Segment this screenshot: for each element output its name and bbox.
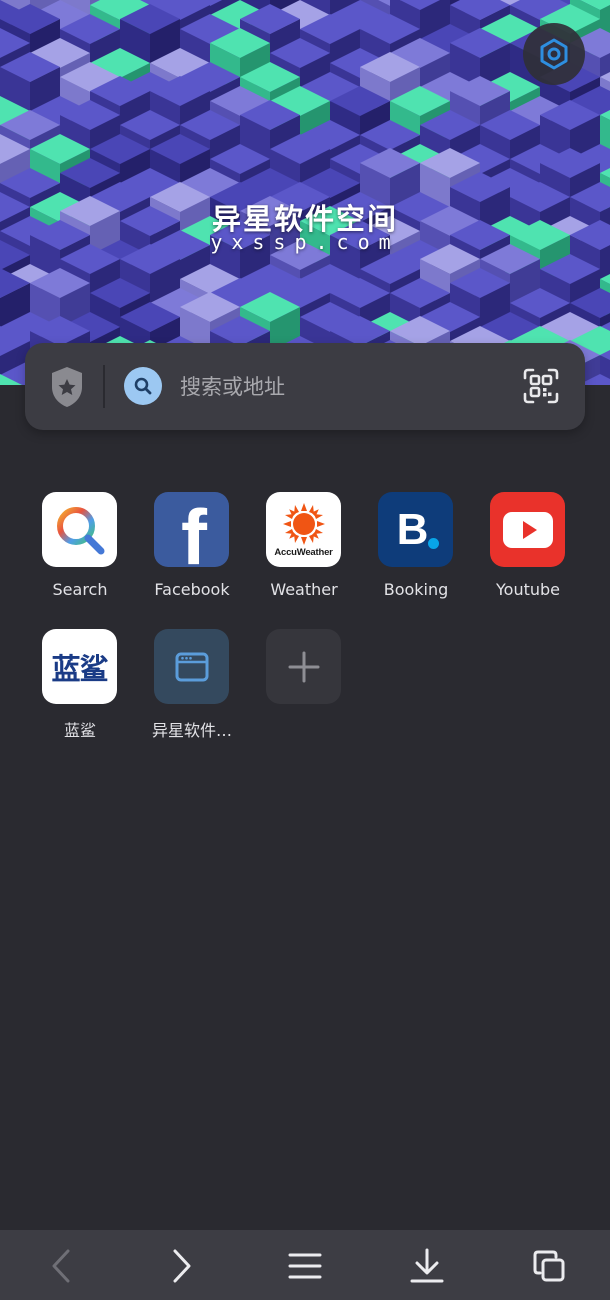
shortcut-label: Weather (270, 580, 338, 599)
shortcut-tile[interactable]: f (154, 492, 229, 567)
chevron-right-icon (173, 1249, 191, 1283)
search-input[interactable] (180, 367, 510, 407)
download-icon (410, 1248, 444, 1283)
shortcut-label: 异星软件… (151, 721, 232, 740)
shortcut-booking[interactable]: B Booking (360, 492, 472, 617)
tabs-button[interactable] (527, 1244, 571, 1288)
shortcut-weather[interactable]: AccuWeather Weather (248, 492, 360, 617)
hamburger-menu-icon (288, 1253, 322, 1279)
shortcut-facebook[interactable]: f Facebook (136, 492, 248, 617)
watermark-domain: yxssp.com (210, 230, 400, 254)
accuweather-icon (282, 502, 325, 545)
chevron-left-icon (52, 1249, 70, 1283)
shortcut-tile[interactable]: 蓝鲨 (42, 629, 117, 704)
shortcut-youtube[interactable]: Youtube (472, 492, 584, 617)
shortcut-label: Search (52, 580, 108, 599)
hero-wallpaper: 异星软件空间 yxssp.com (0, 0, 610, 385)
facebook-icon: f (181, 493, 207, 567)
shortcut-tile[interactable]: B (378, 492, 453, 567)
divider (103, 365, 105, 408)
search-magnifier-icon (56, 506, 104, 554)
shortcut-tile[interactable] (42, 492, 117, 567)
browser-window-icon (175, 652, 208, 681)
menu-button[interactable] (283, 1244, 327, 1288)
shortcut-label: Booking (383, 580, 449, 599)
booking-icon: B (396, 504, 429, 554)
youtube-icon (502, 511, 553, 548)
qr-scan-icon[interactable] (523, 368, 559, 404)
magnifier-icon (134, 377, 152, 395)
shortcut-yxssp[interactable]: 异星软件… (136, 629, 248, 754)
shortcut-tile[interactable] (154, 629, 229, 704)
shortcut-search[interactable]: Search (24, 492, 136, 617)
hexagon-settings-icon (540, 38, 568, 70)
add-shortcut-button[interactable] (266, 629, 341, 704)
tabs-icon (533, 1250, 565, 1282)
booking-dot (428, 538, 439, 549)
shortcut-label: Facebook (154, 580, 230, 599)
accuweather-logo-text: AccuWeather (274, 546, 333, 558)
plus-icon (288, 651, 319, 682)
cube-wallpaper-image (0, 0, 610, 385)
bottom-toolbar (0, 1230, 610, 1300)
shortcut-tile[interactable]: AccuWeather (266, 492, 341, 567)
settings-button[interactable] (523, 23, 585, 85)
shortcut-label: Youtube (496, 580, 560, 599)
search-engine-button[interactable] (124, 367, 162, 405)
shortcut-label: 蓝鲨 (63, 721, 96, 740)
forward-button[interactable] (160, 1244, 204, 1288)
back-button[interactable] (39, 1244, 83, 1288)
add-shortcut[interactable] (248, 629, 360, 754)
shortcut-tile[interactable] (490, 492, 565, 567)
shield-star-icon[interactable] (49, 365, 85, 409)
address-bar (25, 343, 585, 430)
shortcut-lanshark[interactable]: 蓝鲨 蓝鲨 (24, 629, 136, 754)
downloads-button[interactable] (405, 1244, 449, 1288)
lanshark-icon: 蓝鲨 (51, 651, 108, 686)
